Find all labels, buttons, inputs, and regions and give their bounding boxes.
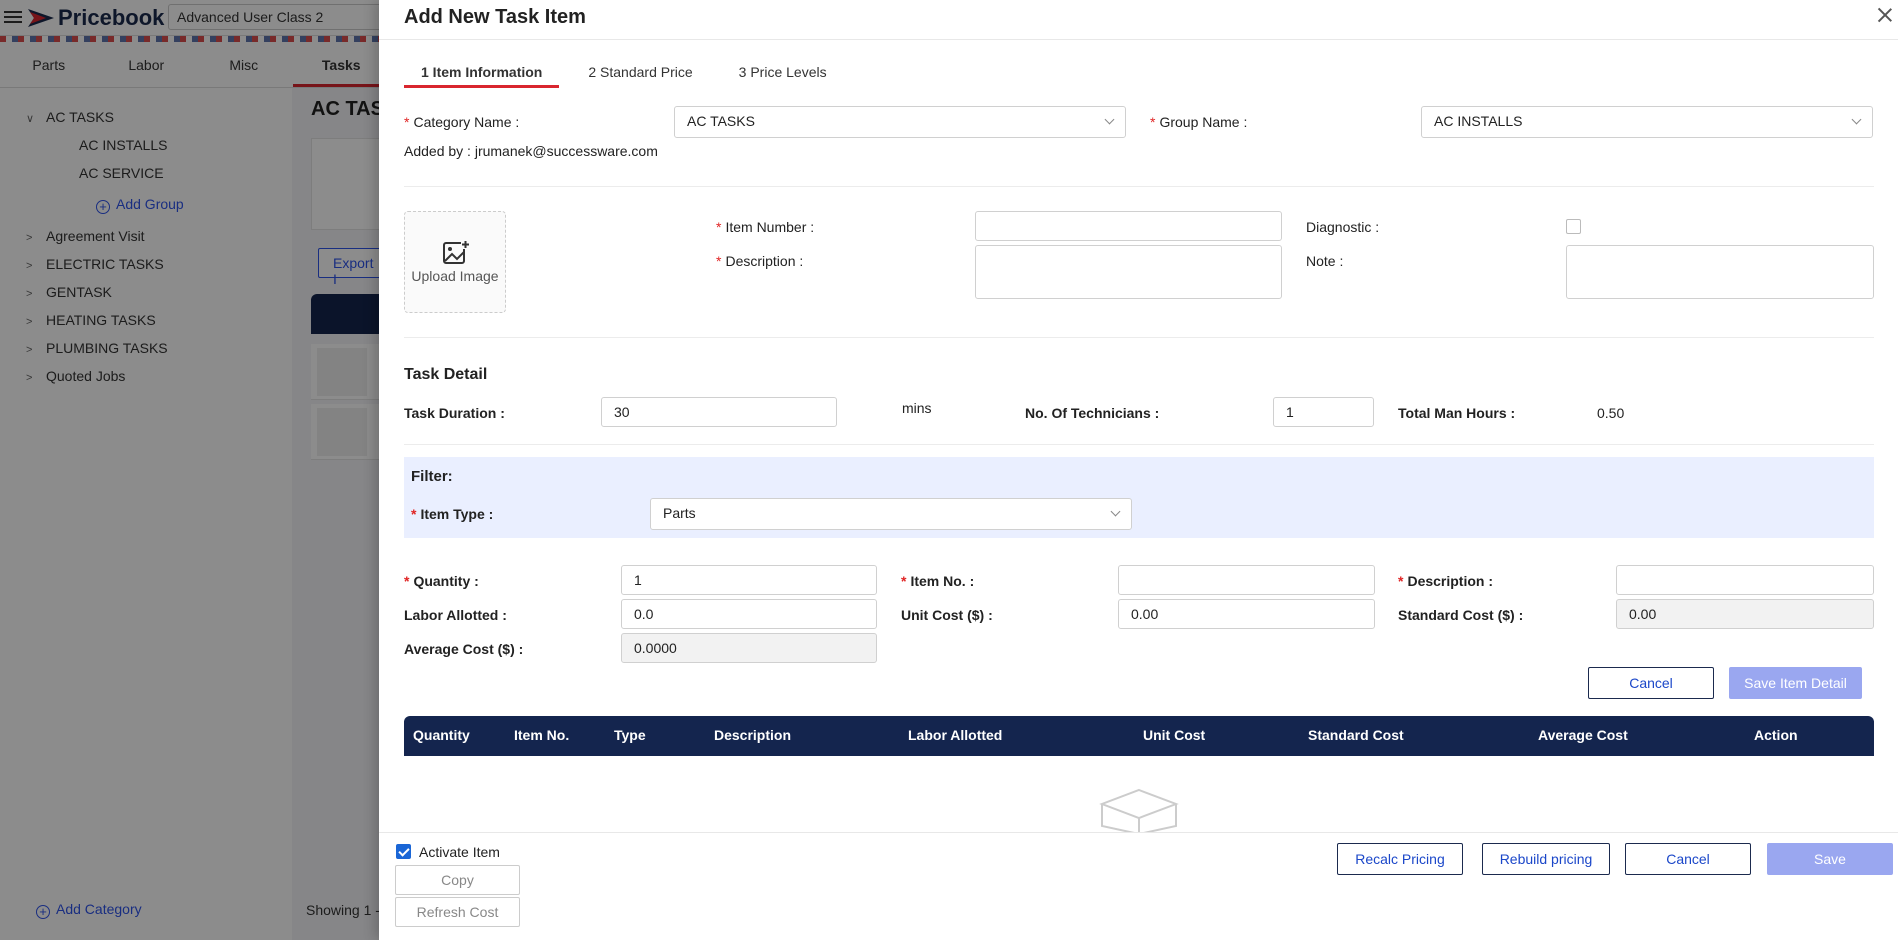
category-name-label: * Category Name : bbox=[404, 114, 520, 130]
item-no-input[interactable] bbox=[1118, 565, 1375, 595]
average-cost-input bbox=[621, 633, 877, 663]
upload-image-button[interactable]: Upload Image bbox=[404, 211, 506, 313]
line-description-input[interactable] bbox=[1616, 565, 1874, 595]
diagnostic-checkbox[interactable] bbox=[1566, 219, 1581, 234]
label-text: Group Name : bbox=[1159, 114, 1248, 130]
label-text: Item No. : bbox=[910, 573, 975, 589]
label-text: Item Type : bbox=[420, 506, 494, 522]
label-text: Item Number : bbox=[725, 219, 815, 235]
step-standard-price[interactable]: 2 Standard Price bbox=[571, 58, 709, 88]
labor-allotted-input[interactable] bbox=[621, 599, 877, 629]
drawer-header: Add New Task Item bbox=[379, 0, 1898, 40]
task-duration-input[interactable] bbox=[601, 397, 837, 427]
column-header-action[interactable]: Action bbox=[1754, 727, 1798, 743]
chevron-down-icon bbox=[1851, 114, 1862, 125]
select-value: Parts bbox=[663, 505, 696, 521]
item-type-select[interactable]: Parts bbox=[650, 498, 1132, 530]
activate-item-checkbox[interactable] bbox=[396, 844, 411, 859]
category-name-select[interactable]: AC TASKS bbox=[674, 106, 1126, 138]
task-duration-label: Task Duration : bbox=[404, 405, 505, 421]
step-price-levels[interactable]: 3 Price Levels bbox=[722, 58, 844, 88]
total-man-hours-label: Total Man Hours : bbox=[1398, 405, 1516, 421]
add-task-item-drawer: Add New Task Item 1 Item Information 2 S… bbox=[379, 0, 1898, 940]
step-item-information[interactable]: 1 Item Information bbox=[404, 58, 560, 88]
column-header-standard-cost[interactable]: Standard Cost bbox=[1308, 727, 1404, 743]
divider bbox=[404, 337, 1874, 338]
standard-cost-input bbox=[1616, 599, 1874, 629]
note-label: Note : bbox=[1306, 253, 1344, 269]
description-label: * Description : bbox=[716, 253, 804, 269]
label-text: Quantity : bbox=[413, 573, 479, 589]
quantity-input[interactable] bbox=[621, 565, 877, 595]
image-upload-icon bbox=[443, 240, 470, 264]
upload-image-label: Upload Image bbox=[411, 268, 499, 284]
total-man-hours-value: 0.50 bbox=[1597, 405, 1625, 421]
step-tabs: 1 Item Information 2 Standard Price 3 Pr… bbox=[404, 58, 856, 88]
standard-cost-label: Standard Cost ($) : bbox=[1398, 607, 1524, 623]
labor-allotted-label: Labor Allotted : bbox=[404, 607, 507, 623]
column-header-type[interactable]: Type bbox=[614, 727, 646, 743]
column-header-unit-cost[interactable]: Unit Cost bbox=[1143, 727, 1205, 743]
rebuild-pricing-button[interactable]: Rebuild pricing bbox=[1482, 843, 1610, 875]
task-detail-heading: Task Detail bbox=[404, 366, 488, 383]
close-icon[interactable] bbox=[1876, 6, 1894, 24]
drawer-footer: Activate Item Copy Refresh Cost Recalc P… bbox=[379, 832, 1898, 940]
group-name-select[interactable]: AC INSTALLS bbox=[1421, 106, 1873, 138]
description-textarea[interactable] bbox=[975, 245, 1282, 299]
filter-panel: Filter: * Item Type : Parts bbox=[404, 457, 1874, 538]
item-type-label: * Item Type : bbox=[411, 506, 494, 522]
column-header-labor-allotted[interactable]: Labor Allotted bbox=[908, 727, 1002, 743]
filter-heading: Filter: bbox=[411, 468, 453, 485]
divider bbox=[404, 444, 1874, 445]
column-header-item-no[interactable]: Item No. bbox=[514, 727, 569, 743]
diagnostic-label: Diagnostic : bbox=[1306, 219, 1380, 235]
label-text: Description : bbox=[1407, 573, 1494, 589]
activate-item-label: Activate Item bbox=[419, 844, 500, 860]
select-value: AC INSTALLS bbox=[1434, 113, 1523, 129]
unit-cost-label: Unit Cost ($) : bbox=[901, 607, 993, 623]
chevron-down-icon bbox=[1104, 114, 1115, 125]
copy-button[interactable]: Copy bbox=[395, 865, 520, 895]
technicians-label: No. Of Technicians : bbox=[1025, 405, 1160, 421]
divider bbox=[404, 186, 1874, 187]
empty-box-icon bbox=[1099, 788, 1179, 834]
select-value: AC TASKS bbox=[687, 113, 755, 129]
item-number-input[interactable] bbox=[975, 211, 1282, 241]
group-name-label: * Group Name : bbox=[1150, 114, 1248, 130]
technicians-input[interactable] bbox=[1273, 397, 1374, 427]
column-header-description[interactable]: Description bbox=[714, 727, 791, 743]
task-items-table-header: Quantity Item No. Type Description Labor… bbox=[404, 716, 1874, 756]
average-cost-label: Average Cost ($) : bbox=[404, 641, 524, 657]
column-header-quantity[interactable]: Quantity bbox=[413, 727, 470, 743]
drawer-title: Add New Task Item bbox=[404, 6, 586, 28]
cancel-button[interactable]: Cancel bbox=[1625, 843, 1751, 875]
cancel-item-detail-button[interactable]: Cancel bbox=[1588, 667, 1714, 699]
label-text: Description : bbox=[725, 253, 804, 269]
label-text: Category Name : bbox=[413, 114, 520, 130]
recalc-pricing-button[interactable]: Recalc Pricing bbox=[1337, 843, 1463, 875]
quantity-label: * Quantity : bbox=[404, 573, 479, 589]
refresh-cost-button[interactable]: Refresh Cost bbox=[395, 897, 520, 927]
item-no-label: * Item No. : bbox=[901, 573, 975, 589]
added-by-text: Added by : jrumanek@successware.com bbox=[404, 143, 658, 159]
column-header-average-cost[interactable]: Average Cost bbox=[1538, 727, 1628, 743]
save-button[interactable]: Save bbox=[1767, 843, 1893, 875]
save-item-detail-button[interactable]: Save Item Detail bbox=[1729, 667, 1862, 699]
item-number-label: * Item Number : bbox=[716, 219, 815, 235]
note-textarea[interactable] bbox=[1566, 245, 1874, 299]
unit-cost-input[interactable] bbox=[1118, 599, 1375, 629]
chevron-down-icon bbox=[1110, 506, 1121, 517]
mins-unit-label: mins bbox=[902, 400, 932, 416]
line-description-label: * Description : bbox=[1398, 573, 1494, 589]
